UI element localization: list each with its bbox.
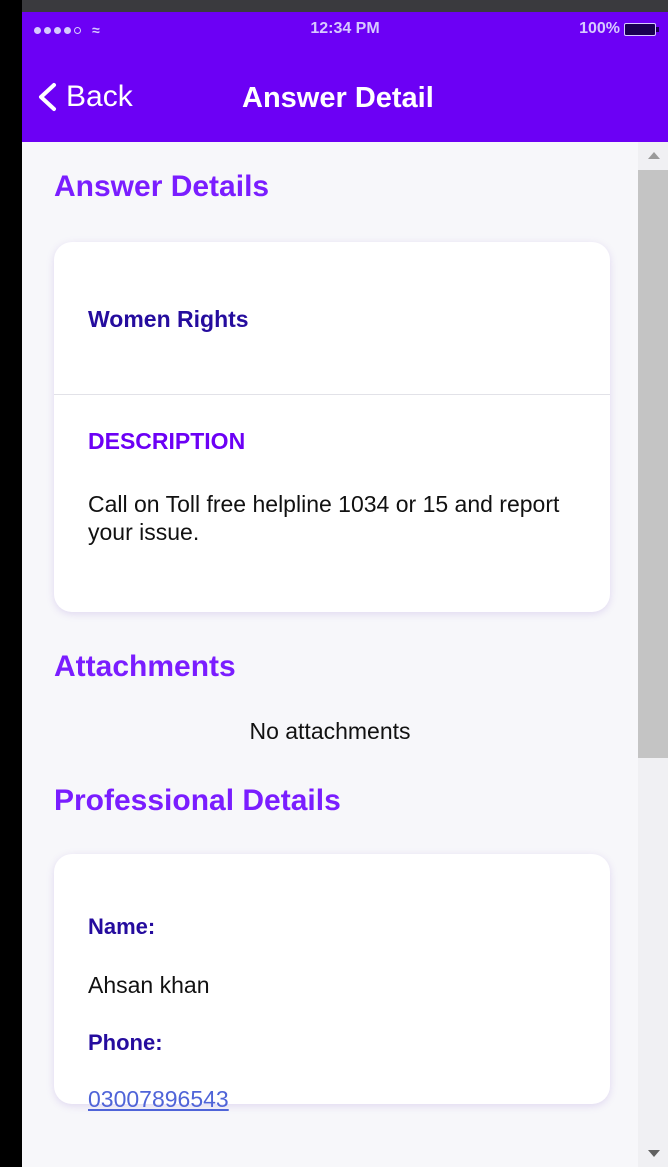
battery-icon — [624, 22, 659, 36]
page-title: Answer Detail — [242, 82, 434, 114]
description-label: DESCRIPTION — [88, 428, 246, 454]
answer-details-heading: Answer Details — [54, 170, 270, 203]
content-area[interactable]: Answer Details Women Rights DESCRIPTION … — [22, 142, 638, 1167]
status-bar: ≈ 12:34 PM 100% — [22, 0, 668, 58]
attachments-heading: Attachments — [54, 650, 236, 683]
app-frame: ≈ 12:34 PM 100% Back Answer Detail Answe… — [22, 0, 668, 1167]
name-label: Name: — [88, 914, 156, 939]
scroll-down-icon[interactable] — [648, 1150, 660, 1157]
battery-indicator: 100% — [579, 20, 659, 38]
scroll-up-icon[interactable] — [648, 152, 660, 159]
battery-percent: 100% — [579, 20, 620, 37]
phone-link[interactable]: 03007896543 — [88, 1086, 229, 1113]
professional-card: Name: Ahsan khan Phone: 03007896543 — [54, 854, 610, 1112]
nav-bar: Back Answer Detail — [22, 58, 668, 142]
chevron-left-icon — [39, 83, 56, 111]
status-time: 12:34 PM — [310, 20, 380, 37]
name-value: Ahsan khan — [88, 972, 210, 998]
answer-card: Women Rights DESCRIPTION Call on Toll fr… — [54, 242, 610, 612]
no-attachments-text: No attachments — [249, 718, 411, 744]
answer-card-header: Women Rights — [54, 242, 610, 395]
scroll-thumb[interactable] — [638, 170, 668, 758]
scrollbar[interactable] — [638, 142, 668, 1167]
answer-topic: Women Rights — [88, 306, 249, 332]
phone-label: Phone: — [88, 1030, 163, 1055]
professional-details-heading: Professional Details — [54, 784, 341, 817]
carousel-arrow-icon — [0, 254, 22, 334]
description-text: Call on Toll free helpline 1034 or 15 an… — [88, 491, 560, 545]
back-label: Back — [66, 80, 133, 113]
back-button[interactable]: Back — [36, 80, 133, 114]
